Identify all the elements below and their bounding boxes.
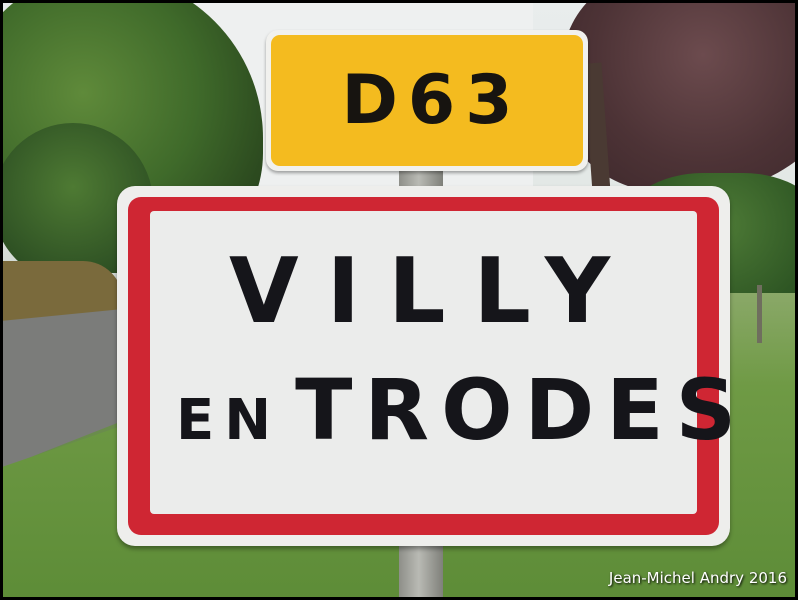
place-name-suffix: TRODES	[295, 361, 749, 459]
route-number: D63	[341, 61, 523, 140]
route-sign-panel: D63	[271, 35, 583, 166]
photo: D63 VILLY EN TRODES Jean-Michel Andry 201…	[3, 3, 795, 597]
place-name-sign: VILLY EN TRODES	[117, 186, 736, 546]
fence-post	[757, 285, 762, 343]
place-name-line1: VILLY	[229, 239, 638, 344]
place-sign-red-border: VILLY EN TRODES	[128, 197, 736, 535]
place-sign-panel: VILLY EN TRODES	[150, 211, 736, 514]
photo-frame: D63 VILLY EN TRODES Jean-Michel Andry 201…	[0, 0, 798, 600]
photo-credit: Jean-Michel Andry 2016	[608, 569, 787, 587]
place-name-line2: EN TRODES	[176, 368, 736, 453]
place-name-prefix: EN	[176, 388, 282, 453]
route-number-sign: D63	[266, 30, 588, 171]
